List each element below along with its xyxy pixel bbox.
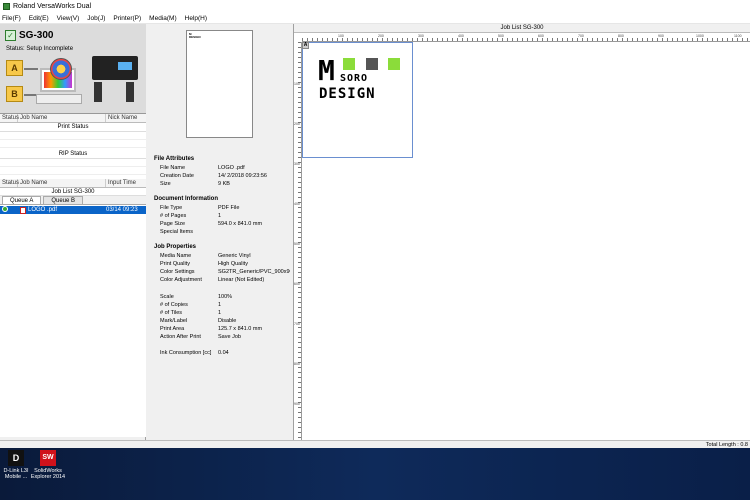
attr-row: File Name LOGO .pdf: [160, 165, 245, 171]
table-row[interactable]: LOGO .pdf 03/14 09:23: [0, 206, 146, 214]
layout-title: Job List SG-300: [294, 24, 750, 33]
attr-row: Print Area 125.7 x 841.0 mm: [160, 326, 263, 332]
left-panel: ✓ SG-300 Status: Setup Incomplete A B St…: [0, 24, 146, 464]
horizontal-ruler: 100 200 300 400 500 600 700 800 900 1000…: [302, 34, 750, 42]
attr-row: Print Quality High Quality: [160, 261, 248, 267]
preview-thumbnail: M DESIGN: [186, 30, 253, 138]
job-name: LOGO .pdf: [28, 207, 58, 213]
printer-name: SG-300: [19, 30, 54, 41]
menu-media[interactable]: Media(M): [149, 15, 176, 22]
vertical-ruler: 100 200 300 400 500 600 700 800 900: [294, 42, 302, 440]
attr-row-ink: Ink Consumption [cc] 0.04: [160, 350, 229, 356]
preview-logo-text: M DESIGN: [189, 32, 201, 39]
attr-row: # of Copies 1: [160, 302, 222, 308]
title-bar: Roland VersaWorks Dual: [0, 0, 750, 13]
tab-queue-a[interactable]: Queue A: [2, 196, 42, 204]
gear-icon: [50, 58, 72, 80]
attr-row: Scale 100%: [160, 294, 233, 300]
solidworks-icon: SW: [40, 450, 56, 466]
col-status[interactable]: Status: [0, 179, 19, 187]
logo-square: [388, 58, 400, 70]
job-time: 03/14 09:23: [106, 207, 138, 213]
attr-row: Color Adjustment Linear (Not Edited): [160, 277, 265, 283]
attr-row: Page Size 594.0 x 841.0 mm: [160, 221, 263, 227]
print-list-header: Status Job Name Nick Name: [0, 114, 146, 123]
job-list-label: Job List SG-300: [0, 188, 146, 196]
attr-row: File Type PDF File: [160, 205, 240, 211]
page-badge: A: [302, 42, 309, 49]
col-nick-name[interactable]: Nick Name: [106, 114, 146, 122]
col-status[interactable]: Status: [0, 114, 19, 122]
col-input-time[interactable]: Input Time: [106, 179, 146, 187]
print-status-label: Print Status: [0, 123, 146, 132]
job-list[interactable]: LOGO .pdf 03/14 09:23: [0, 205, 146, 437]
printer-ok-icon: ✓: [5, 30, 16, 41]
attr-row: Mark/Label Disable: [160, 318, 237, 324]
menu-view[interactable]: View(V): [57, 15, 80, 22]
queue-a-icon[interactable]: A: [6, 60, 23, 76]
job-list-header: Status Job Name Input Time: [0, 179, 146, 188]
menu-bar: File(F) Edit(E) View(V) Job(J) Printer(P…: [0, 13, 750, 24]
printer-illustration: [92, 54, 138, 104]
rip-list[interactable]: [0, 159, 146, 179]
app-icon: [3, 3, 10, 10]
logo-word-2: DESIGN: [319, 86, 376, 102]
col-job-name[interactable]: Job Name: [18, 114, 106, 122]
layout-panel: Job List SG-300 100 200 300 400 500 600 …: [294, 24, 750, 440]
window-title: Roland VersaWorks Dual: [13, 3, 92, 10]
attr-row: Color Settings SG2TR_Generic/PVC_900x900 …: [160, 269, 290, 275]
file-attributes-title: File Attributes: [154, 156, 195, 162]
printer-status: Status: Setup Incomplete: [6, 46, 74, 52]
menu-job[interactable]: Job(J): [87, 15, 105, 22]
job-status-icon: [2, 206, 8, 212]
attr-row: # of Tiles 1: [160, 310, 222, 316]
queue-tabs: Queue A Queue B: [0, 196, 146, 205]
job-properties-title: Job Properties: [154, 244, 197, 250]
attr-row: # of Pages 1: [160, 213, 222, 219]
attributes-panel: M DESIGN File Attributes File Name LOGO .…: [146, 24, 294, 440]
queue-b-icon[interactable]: B: [6, 86, 23, 102]
desktop-icon-dlink[interactable]: D D-Link L3I Mobile ...: [0, 450, 32, 480]
menu-printer[interactable]: Printer(P): [113, 15, 141, 22]
desktop-icon-solidworks[interactable]: SW SolidWorks Explorer 2014: [30, 450, 66, 480]
document-info-title: Document Information: [154, 196, 218, 202]
logo-word-1: SORO: [340, 73, 369, 84]
attr-row: Action After Print Save Job: [160, 334, 241, 340]
rip-status-label: RIP Status: [0, 150, 146, 159]
pdf-icon: [20, 206, 26, 214]
menu-help[interactable]: Help(H): [185, 15, 207, 22]
printer-area[interactable]: ✓ SG-300 Status: Setup Incomplete A B: [0, 24, 146, 114]
logo-m: M: [318, 54, 335, 87]
status-bar: Total Length : 0.8: [0, 440, 750, 448]
job-page[interactable]: A M SORO DESIGN: [302, 42, 413, 158]
logo-square: [366, 58, 378, 70]
desktop: D D-Link L3I Mobile ... SW SolidWorks Ex…: [0, 448, 750, 500]
dlink-icon: D: [8, 450, 24, 466]
attr-row: Creation Date 14/ 2/2018 09:23:56: [160, 173, 267, 179]
menu-file[interactable]: File(F): [2, 15, 21, 22]
attr-row: Size 9 KB: [160, 181, 230, 187]
logo-square: [343, 58, 355, 70]
print-list[interactable]: [0, 132, 146, 150]
col-job-name[interactable]: Job Name: [18, 179, 106, 187]
menu-edit[interactable]: Edit(E): [29, 15, 49, 22]
tab-queue-b[interactable]: Queue B: [43, 196, 84, 204]
layout-canvas[interactable]: A M SORO DESIGN: [302, 42, 750, 440]
attr-row: Special Items: [160, 229, 194, 235]
attr-row: Media Name Generic Vinyl: [160, 253, 251, 259]
